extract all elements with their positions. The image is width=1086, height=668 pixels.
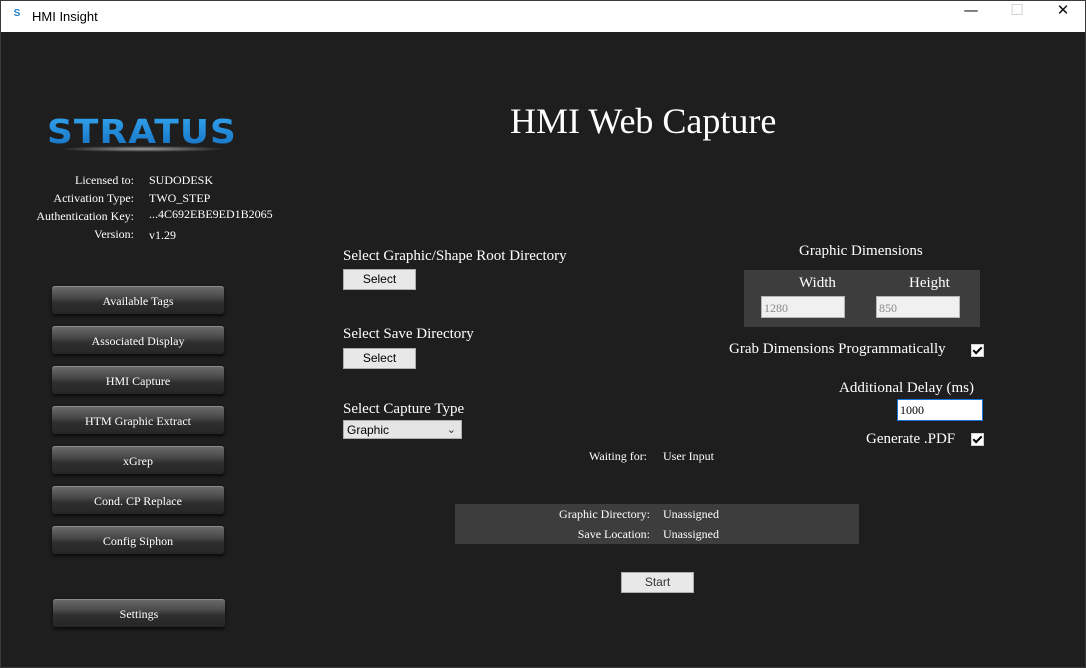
version-value: v1.29	[149, 228, 176, 242]
minimize-button[interactable]: —	[948, 1, 994, 32]
window-title: HMI Insight	[32, 9, 98, 24]
app-window: S HMI Insight — ☐ ✕ STRATUS Licensed to:…	[0, 0, 1086, 668]
save-location-value: Unassigned	[663, 527, 719, 541]
app-icon: S	[13, 8, 21, 19]
nav-xgrep-button[interactable]: xGrep	[52, 446, 224, 474]
status-panel: Graphic Directory: Unassigned Save Locat…	[455, 504, 859, 544]
auth-key-value: ...4C692EBE9ED1B2065	[149, 207, 273, 221]
select-graphic-root-button[interactable]: Select	[343, 269, 416, 290]
settings-button[interactable]: Settings	[53, 599, 225, 627]
width-input[interactable]: 1280	[761, 296, 845, 318]
delay-input[interactable]: 1000	[897, 399, 983, 421]
close-button[interactable]: ✕	[1040, 1, 1086, 32]
page-title: HMI Web Capture	[510, 101, 777, 141]
generate-pdf-checkbox[interactable]	[971, 433, 984, 446]
generate-pdf-label: Generate .PDF	[866, 431, 956, 447]
nav-hmi-capture-button[interactable]: HMI Capture	[52, 366, 224, 394]
graphic-dimensions-title: Graphic Dimensions	[799, 243, 923, 259]
waiting-label: Waiting for:	[589, 449, 648, 463]
minimize-icon: —	[963, 1, 979, 19]
nav-associated-display-button[interactable]: Associated Display	[52, 326, 224, 354]
activation-type-value: TWO_STEP	[149, 191, 211, 205]
nav-available-tags-button[interactable]: Available Tags	[52, 286, 224, 314]
height-label: Height	[909, 275, 950, 291]
maximize-icon: ☐	[1010, 1, 1024, 19]
dimensions-panel: Width Height 1280 850	[744, 270, 980, 327]
capture-type-select[interactable]: Graphic ⌄	[343, 420, 462, 439]
activation-type-label: Activation Type:	[53, 191, 134, 205]
waiting-value: User Input	[663, 449, 714, 463]
version-label: Version:	[94, 227, 134, 241]
save-dir-label: Select Save Directory	[343, 326, 474, 342]
logo-text: STRATUS	[47, 112, 237, 151]
graphic-dir-value: Unassigned	[663, 507, 719, 521]
capture-type-label: Select Capture Type	[343, 401, 465, 417]
title-bar[interactable]: S HMI Insight — ☐ ✕	[1, 1, 1085, 32]
chevron-down-icon: ⌄	[446, 424, 456, 436]
close-icon: ✕	[1056, 1, 1070, 19]
licensed-to-label: Licensed to:	[75, 173, 134, 187]
nav-htm-graphic-extract-button[interactable]: HTM Graphic Extract	[52, 406, 224, 434]
grab-dimensions-label: Grab Dimensions Programmatically	[729, 341, 946, 357]
start-button[interactable]: Start	[621, 572, 694, 593]
grab-dimensions-checkbox[interactable]	[971, 344, 984, 357]
height-input[interactable]: 850	[876, 296, 960, 318]
select-save-dir-button[interactable]: Select	[343, 348, 416, 369]
nav-cond-cp-replace-button[interactable]: Cond. CP Replace	[52, 486, 224, 514]
graphic-root-label: Select Graphic/Shape Root Directory	[343, 248, 567, 264]
graphic-dir-label: Graphic Directory:	[559, 507, 650, 521]
auth-key-label: Authentication Key:	[36, 209, 134, 223]
stratus-logo: STRATUS	[47, 112, 237, 152]
width-label: Width	[799, 275, 836, 291]
delay-label: Additional Delay (ms)	[839, 380, 974, 396]
licensed-to-value: SUDODESK	[149, 173, 214, 187]
save-location-label: Save Location:	[577, 527, 650, 541]
capture-type-value: Graphic	[347, 423, 390, 437]
maximize-button[interactable]: ☐	[994, 1, 1040, 32]
nav-config-siphon-button[interactable]: Config Siphon	[52, 526, 224, 554]
